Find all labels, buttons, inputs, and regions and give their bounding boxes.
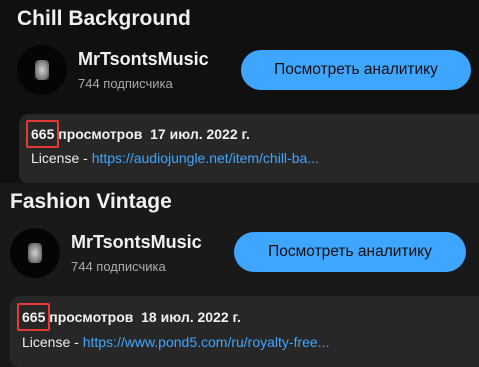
video-meta: 665 просмотров 18 июл. 2022 г. xyxy=(17,303,241,331)
views-label: просмотров xyxy=(58,126,143,142)
avatar-image-icon xyxy=(28,243,42,263)
upload-date: 17 июл. 2022 г. xyxy=(150,126,250,142)
video-panel-2: Fashion Vintage MrTsontsMusic 744 подпис… xyxy=(0,183,479,367)
description-box[interactable]: 665 просмотров 18 июл. 2022 г. License -… xyxy=(10,296,479,367)
view-analytics-button[interactable]: Посмотреть аналитику xyxy=(234,232,466,272)
channel-name[interactable]: MrTsontsMusic xyxy=(71,231,202,253)
views-count-highlighted: 665 xyxy=(17,303,51,331)
description-box[interactable]: 665 просмотров 17 июл. 2022 г. License -… xyxy=(19,114,479,183)
views-count: 665 xyxy=(22,309,46,325)
license-line: License - https://www.pond5.com/ru/royal… xyxy=(22,333,329,351)
video-title: Fashion Vintage xyxy=(10,190,172,213)
views-label: просмотров xyxy=(49,309,134,325)
license-link[interactable]: https://audiojungle.net/item/chill-ba... xyxy=(92,150,319,166)
channel-avatar[interactable] xyxy=(10,228,60,278)
license-label: License - xyxy=(31,150,92,166)
subscriber-count: 744 подписчика xyxy=(78,76,173,91)
upload-date: 18 июл. 2022 г. xyxy=(141,309,241,325)
views-count-highlighted: 665 xyxy=(26,120,60,148)
channel-avatar[interactable] xyxy=(17,45,67,95)
views-count: 665 xyxy=(31,126,55,142)
video-panel-1: Chill Background MrTsontsMusic 744 подпи… xyxy=(0,0,479,183)
avatar-image-icon xyxy=(35,60,49,80)
view-analytics-button[interactable]: Посмотреть аналитику xyxy=(241,50,471,90)
license-line: License - https://audiojungle.net/item/c… xyxy=(31,149,319,167)
license-link[interactable]: https://www.pond5.com/ru/royalty-free... xyxy=(83,334,330,350)
video-title: Chill Background xyxy=(17,7,191,30)
license-label: License - xyxy=(22,334,83,350)
channel-name[interactable]: MrTsontsMusic xyxy=(78,48,209,70)
subscriber-count: 744 подписчика xyxy=(71,259,166,274)
video-meta: 665 просмотров 17 июл. 2022 г. xyxy=(26,120,250,148)
